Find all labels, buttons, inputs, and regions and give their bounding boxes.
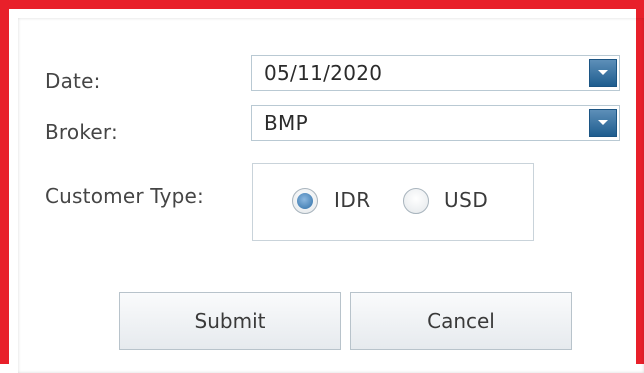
radio-idr-label[interactable]: IDR [334,188,371,212]
chevron-down-icon [598,120,608,125]
radio-selected-dot [297,193,313,209]
broker-dropdown-button[interactable] [589,109,617,137]
chevron-down-icon [598,70,608,75]
date-dropdown-button[interactable] [589,59,617,87]
radio-idr[interactable] [292,188,318,214]
date-label: Date: [45,69,101,93]
dialog-frame: Date: 05/11/2020 Broker: BMP Customer Ty… [0,0,644,364]
broker-dropdown[interactable]: BMP [251,105,620,141]
date-value: 05/11/2020 [264,61,383,85]
date-dropdown[interactable]: 05/11/2020 [251,55,620,91]
cancel-button[interactable]: Cancel [350,292,572,350]
radio-usd-label[interactable]: USD [444,188,488,212]
customer-type-radio-group: IDR USD [252,163,534,241]
broker-label: Broker: [45,120,118,144]
customer-type-label: Customer Type: [45,184,204,208]
radio-usd[interactable] [403,188,429,214]
submit-button[interactable]: Submit [119,292,341,350]
broker-value: BMP [264,111,308,135]
